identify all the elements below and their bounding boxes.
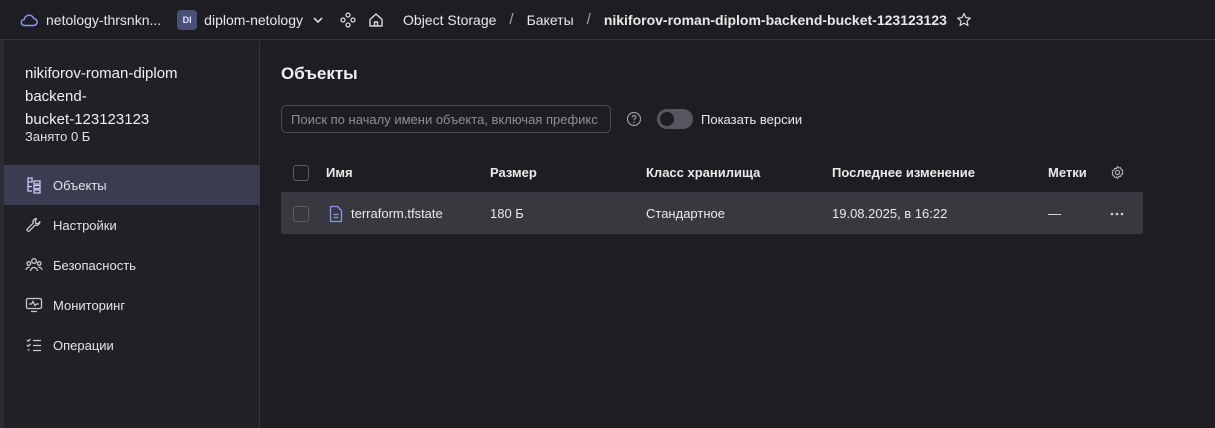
star-icon[interactable] <box>956 12 972 28</box>
breadcrumb-bucket: nikiforov-roman-diplom-backend-bucket-12… <box>603 11 947 28</box>
row-checkbox[interactable] <box>293 205 309 222</box>
column-labels[interactable]: Метки <box>1048 153 1087 192</box>
object-name-cell[interactable]: terraform.tfstate <box>328 193 443 234</box>
folder-name: diplom-netology <box>204 11 304 28</box>
bucket-used: Занято 0 Б <box>25 129 91 144</box>
search-input[interactable] <box>281 105 611 133</box>
wrench-icon <box>26 217 41 232</box>
select-all-checkbox[interactable] <box>293 164 309 181</box>
sidebar-item-label: Настройки <box>53 217 117 233</box>
breadcrumb-separator: / <box>586 11 591 28</box>
object-modified: 19.08.2025, в 16:22 <box>832 206 948 221</box>
top-bar: netology-thrsnkn... DI diplom-netology O… <box>0 0 1215 40</box>
home-icon[interactable] <box>368 12 384 28</box>
more-icon <box>1110 212 1124 215</box>
sidebar-item-objects[interactable]: Объекты <box>4 165 260 205</box>
cloud-selector[interactable]: netology-thrsnkn... <box>20 12 161 28</box>
help-icon[interactable] <box>626 111 642 127</box>
file-icon <box>329 205 343 222</box>
main-content: Объекты Показать версии Имя Размер Класс… <box>261 41 1215 428</box>
column-size[interactable]: Размер <box>490 153 537 192</box>
sidebar-item-monitoring[interactable]: Мониторинг <box>4 285 260 325</box>
users-icon <box>25 258 43 272</box>
sidebar-item-settings[interactable]: Настройки <box>4 205 260 245</box>
objects-table: Имя Размер Класс хранилища Последнее изм… <box>281 153 1143 234</box>
objects-icon <box>27 177 41 194</box>
table-row[interactable]: terraform.tfstate 180 Б Стандартное 19.0… <box>281 193 1143 234</box>
sidebar: nikiforov-roman-diplom backend-bucket-123… <box>4 41 260 428</box>
monitor-icon <box>25 297 43 313</box>
table-header: Имя Размер Класс хранилища Последнее изм… <box>281 153 1143 193</box>
toggle-knob <box>660 112 674 126</box>
sidebar-item-label: Безопасность <box>53 257 136 273</box>
cloud-icon <box>20 14 38 26</box>
sidebar-item-label: Объекты <box>53 177 107 193</box>
folder-badge: DI <box>177 9 198 30</box>
show-versions-label: Показать версии <box>701 112 803 127</box>
row-select-cell <box>293 193 309 234</box>
row-actions[interactable] <box>1109 193 1125 234</box>
column-modified[interactable]: Последнее изменение <box>832 153 975 192</box>
services-icon[interactable] <box>340 11 356 28</box>
cloud-name: netology-thrsnkn... <box>46 11 162 28</box>
chevron-down-icon <box>313 16 323 23</box>
show-versions-toggle[interactable] <box>657 109 693 129</box>
bucket-title: nikiforov-roman-diplom backend-bucket-123… <box>25 65 178 128</box>
object-size: 180 Б <box>490 206 524 221</box>
column-name[interactable]: Имя <box>326 153 353 192</box>
gear-icon <box>1111 165 1124 180</box>
page-title: Объекты <box>281 64 358 83</box>
column-storage-class[interactable]: Класс хранилища <box>646 153 760 192</box>
list-icon <box>26 338 41 352</box>
sidebar-item-label: Мониторинг <box>53 297 126 313</box>
object-name: terraform.tfstate <box>351 206 443 221</box>
breadcrumb-separator: / <box>509 11 514 28</box>
sidebar-item-label: Операции <box>53 337 114 353</box>
object-labels: — <box>1048 206 1061 221</box>
sidebar-item-operations[interactable]: Операции <box>4 325 260 365</box>
object-storage-class: Стандартное <box>646 206 725 221</box>
breadcrumb-service[interactable]: Object Storage <box>403 12 496 28</box>
column-settings[interactable] <box>1110 153 1125 192</box>
sidebar-item-security[interactable]: Безопасность <box>4 245 260 285</box>
breadcrumb-buckets[interactable]: Бакеты <box>527 12 574 28</box>
select-all-cell <box>293 153 309 192</box>
folder-selector[interactable]: DI diplom-netology <box>177 9 324 30</box>
